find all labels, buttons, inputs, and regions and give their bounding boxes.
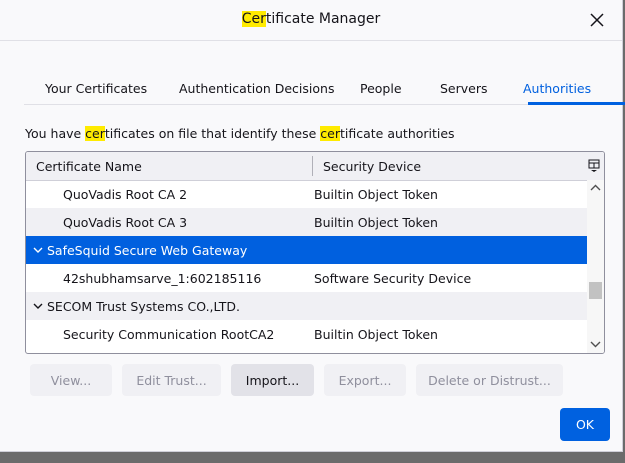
- tree-row[interactable]: QuoVadis Root CA 2 Builtin Object Token: [26, 180, 587, 208]
- tree-row[interactable]: Security Communication RootCA2 Builtin O…: [26, 320, 587, 348]
- description-text: You have certificates on file that ident…: [25, 126, 455, 141]
- tab-bar: Your Certificates Authentication Decisio…: [24, 74, 625, 105]
- tree-row-group[interactable]: SECOM Trust Systems CO.,LTD.: [26, 292, 587, 320]
- desc-part-3: tificate authorities: [339, 126, 455, 141]
- certificate-manager-dialog: Certificate Manager Your Certificates Au…: [0, 0, 625, 452]
- close-button[interactable]: [586, 9, 608, 31]
- tree-row[interactable]: QuoVadis Root CA 3 Builtin Object Token: [26, 208, 587, 236]
- certificate-name: QuoVadis Root CA 3: [63, 215, 188, 230]
- scroll-down-icon[interactable]: [589, 338, 602, 350]
- tree-header: Certificate Name Security Device: [26, 152, 604, 181]
- tab-authorities[interactable]: Authorities: [523, 81, 591, 96]
- title-find-highlight: Cer: [241, 11, 266, 27]
- title-bar: Certificate Manager: [0, 0, 622, 41]
- security-device: Builtin Object Token: [314, 215, 438, 230]
- desc-part-1: You have: [25, 126, 86, 141]
- certificate-name: QuoVadis Root CA 2: [63, 187, 188, 202]
- security-device: Software Security Device: [314, 271, 472, 286]
- scroll-up-icon[interactable]: [589, 182, 602, 194]
- certificate-name: Security Communication RootCA2: [63, 327, 275, 342]
- chevron-down-icon[interactable]: [32, 243, 44, 257]
- organization-name: SECOM Trust Systems CO.,LTD.: [47, 299, 240, 314]
- tree-row[interactable]: 42shubhamsarve_1:602185116 Software Secu…: [26, 264, 587, 292]
- chevron-down-icon[interactable]: [32, 299, 44, 313]
- close-icon: [590, 13, 604, 27]
- tab-people[interactable]: People: [360, 81, 402, 96]
- tree-row-group-selected[interactable]: SafeSquid Secure Web Gateway: [26, 236, 587, 264]
- column-header-security-device[interactable]: Security Device: [323, 159, 421, 174]
- tab-authentication-decisions[interactable]: Authentication Decisions: [179, 81, 334, 96]
- window-title: Certificate Manager: [0, 11, 622, 27]
- edit-trust-button[interactable]: Edit Trust...: [122, 364, 221, 396]
- desc-find-highlight-2: cer: [320, 126, 340, 141]
- view-button[interactable]: View...: [30, 364, 112, 396]
- tree-scrollbar[interactable]: [587, 180, 604, 353]
- active-tab-indicator: [528, 102, 625, 105]
- delete-or-distrust-button[interactable]: Delete or Distrust...: [416, 364, 563, 396]
- column-picker-icon[interactable]: [588, 158, 600, 172]
- tab-servers[interactable]: Servers: [440, 81, 488, 96]
- desc-find-highlight-1: cer: [85, 126, 105, 141]
- security-device: Builtin Object Token: [314, 327, 438, 342]
- column-header-certificate-name[interactable]: Certificate Name: [36, 159, 142, 174]
- desc-part-2: tificates on file that identify these: [104, 126, 321, 141]
- tab-your-certificates[interactable]: Your Certificates: [45, 81, 147, 96]
- certificate-name: 42shubhamsarve_1:602185116: [63, 271, 262, 286]
- organization-name: SafeSquid Secure Web Gateway: [47, 243, 248, 258]
- title-text: tificate Manager: [265, 11, 381, 27]
- security-device: Builtin Object Token: [314, 187, 438, 202]
- certificate-tree[interactable]: Certificate Name Security Device QuoVadi…: [25, 151, 605, 354]
- column-separator[interactable]: [312, 156, 313, 176]
- import-button[interactable]: Import...: [231, 364, 314, 396]
- export-button[interactable]: Export...: [324, 364, 406, 396]
- ok-button[interactable]: OK: [560, 408, 610, 441]
- scrollbar-thumb[interactable]: [589, 282, 602, 299]
- tree-rows: QuoVadis Root CA 2 Builtin Object Token …: [26, 180, 587, 348]
